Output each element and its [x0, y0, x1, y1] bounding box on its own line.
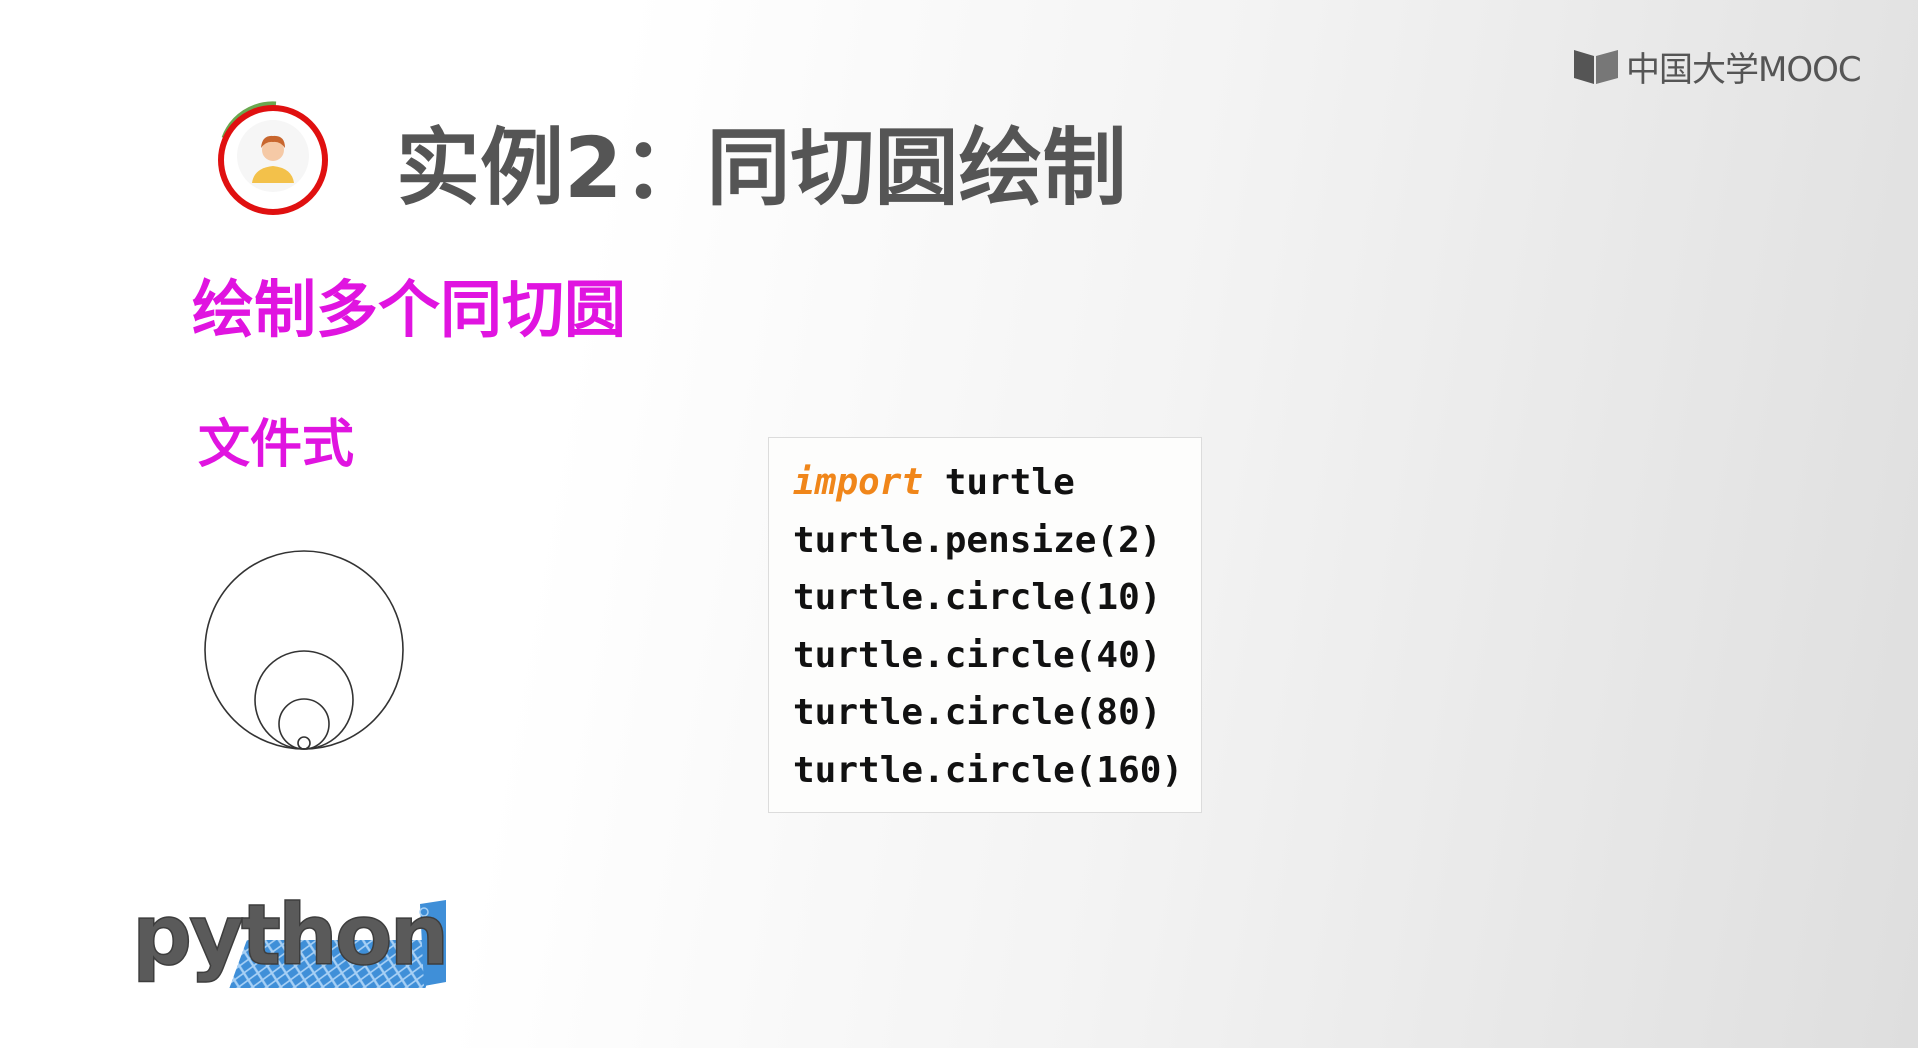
code-keyword: import	[793, 462, 924, 503]
slide: 中国大学MOOC 实例2：同切圆绘制 绘制多个同切圆 文件式 import tu…	[0, 0, 1918, 1048]
code-line: turtle.circle(40)	[793, 627, 1201, 685]
code-block: import turtle turtle.pensize(2) turtle.c…	[768, 437, 1202, 813]
code-text: turtle	[923, 462, 1075, 503]
book-icon	[1574, 50, 1618, 84]
code-text: turtle.pensize(2)	[793, 519, 1162, 561]
code-text: turtle.circle(80)	[793, 692, 1162, 733]
code-line: turtle.circle(10)	[793, 569, 1201, 627]
circle-80	[254, 650, 354, 750]
slide-title: 实例2：同切圆绘制	[396, 119, 1127, 217]
python-logo: python	[131, 885, 450, 988]
slide-subtitle: 绘制多个同切圆	[192, 273, 627, 346]
circle-160	[204, 550, 404, 750]
mooc-logo: 中国大学MOOC	[1572, 44, 1862, 90]
avatar-icon	[218, 101, 328, 215]
code-line: turtle.pensize(2)	[793, 512, 1201, 570]
circle-10	[297, 736, 311, 750]
tangent-circles-illustration	[204, 550, 404, 750]
code-line: turtle.circle(80)	[793, 684, 1201, 742]
circle-40	[278, 698, 330, 750]
python-logo-text: python	[132, 886, 446, 984]
code-line: turtle.circle(160)	[793, 742, 1201, 800]
code-text: turtle.circle(10)	[793, 577, 1162, 618]
mode-label: 文件式	[198, 415, 355, 475]
code-text: turtle.circle(40)	[793, 634, 1162, 676]
logo-text: 中国大学MOOC	[1626, 49, 1862, 90]
code-text: turtle.circle(160)	[793, 749, 1184, 791]
code-line: import turtle	[793, 454, 1201, 512]
